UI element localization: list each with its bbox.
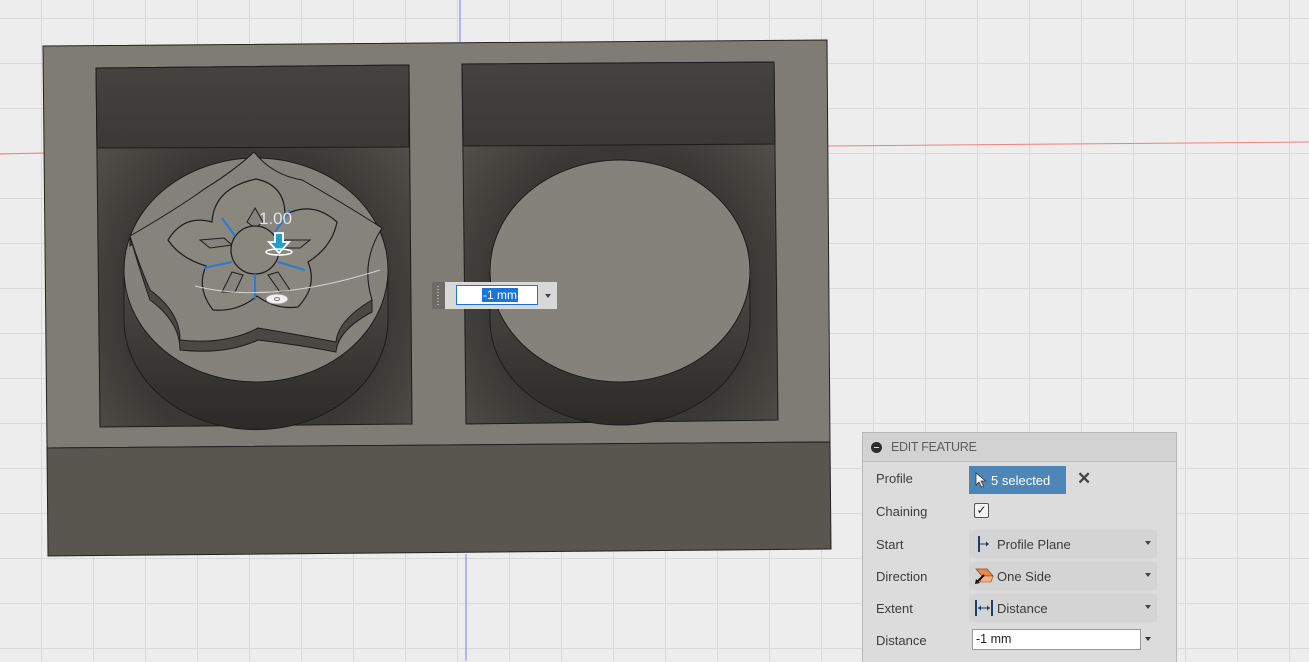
distance-row: Distance -1 mm [863,625,1176,655]
panel-header: EDIT FEATURE [863,433,1176,462]
distance-extent-icon [973,599,995,617]
inline-distance-dropdown-caret[interactable] [545,294,551,298]
inline-distance-value: -1 mm [482,288,518,302]
start-dropdown[interactable]: Profile Plane [969,530,1157,558]
chevron-down-icon [1145,541,1151,545]
one-side-direction-icon [973,566,995,586]
design-viewport[interactable]: 1.00 -1 mm EDIT FEATURE Profile 5 select [0,0,1309,662]
x-axis-line-right [827,141,1309,147]
extent-dropdown[interactable]: Distance [969,594,1157,622]
direction-label: Direction [876,568,928,584]
distance-label: Distance [876,632,927,648]
box-front-face[interactable] [46,441,832,557]
dimension-label: 1.00 [259,209,292,228]
distance-input[interactable]: -1 mm [972,629,1141,650]
inline-distance-widget: -1 mm [432,282,557,309]
chaining-label: Chaining [876,503,928,519]
right-cylinder-top[interactable] [489,159,751,383]
chaining-row: Chaining ✓ [863,496,1176,526]
edit-feature-panel: EDIT FEATURE Profile 5 selected ✕ Chaini… [862,432,1177,662]
profile-plane-icon [973,535,995,553]
chevron-down-icon [1145,605,1151,609]
direction-dropdown[interactable]: One Side [969,562,1157,590]
direction-row: Direction One Side [863,561,1176,591]
manipulator-origin-handle[interactable] [265,293,289,305]
distance-dropdown-caret[interactable] [1145,637,1151,641]
profile-selection-count: 5 selected [991,472,1051,488]
extent-row: Extent Distance [863,593,1176,623]
start-label: Start [876,536,904,552]
right-cavity-back-wall [461,61,776,147]
extent-value: Distance [997,600,1048,616]
collapse-minus-icon[interactable] [871,441,882,453]
clear-selection-icon[interactable]: ✕ [1077,469,1091,489]
chaining-checkbox[interactable]: ✓ [974,503,989,518]
direction-value: One Side [997,568,1052,584]
drag-grip-handle[interactable] [432,282,445,309]
start-value: Profile Plane [997,536,1071,552]
chevron-down-icon [1145,573,1151,577]
extent-label: Extent [876,600,913,616]
profile-row: Profile 5 selected ✕ [863,463,1176,494]
cursor-arrow-icon [975,472,987,488]
profile-selection-button[interactable]: 5 selected [969,466,1066,494]
inline-distance-input[interactable]: -1 mm [456,285,538,305]
x-axis-line-left [0,152,45,155]
panel-title: EDIT FEATURE [891,440,977,454]
left-cavity-back-wall [95,64,410,149]
start-row: Start Profile Plane [863,529,1176,559]
profile-label: Profile [876,470,913,486]
